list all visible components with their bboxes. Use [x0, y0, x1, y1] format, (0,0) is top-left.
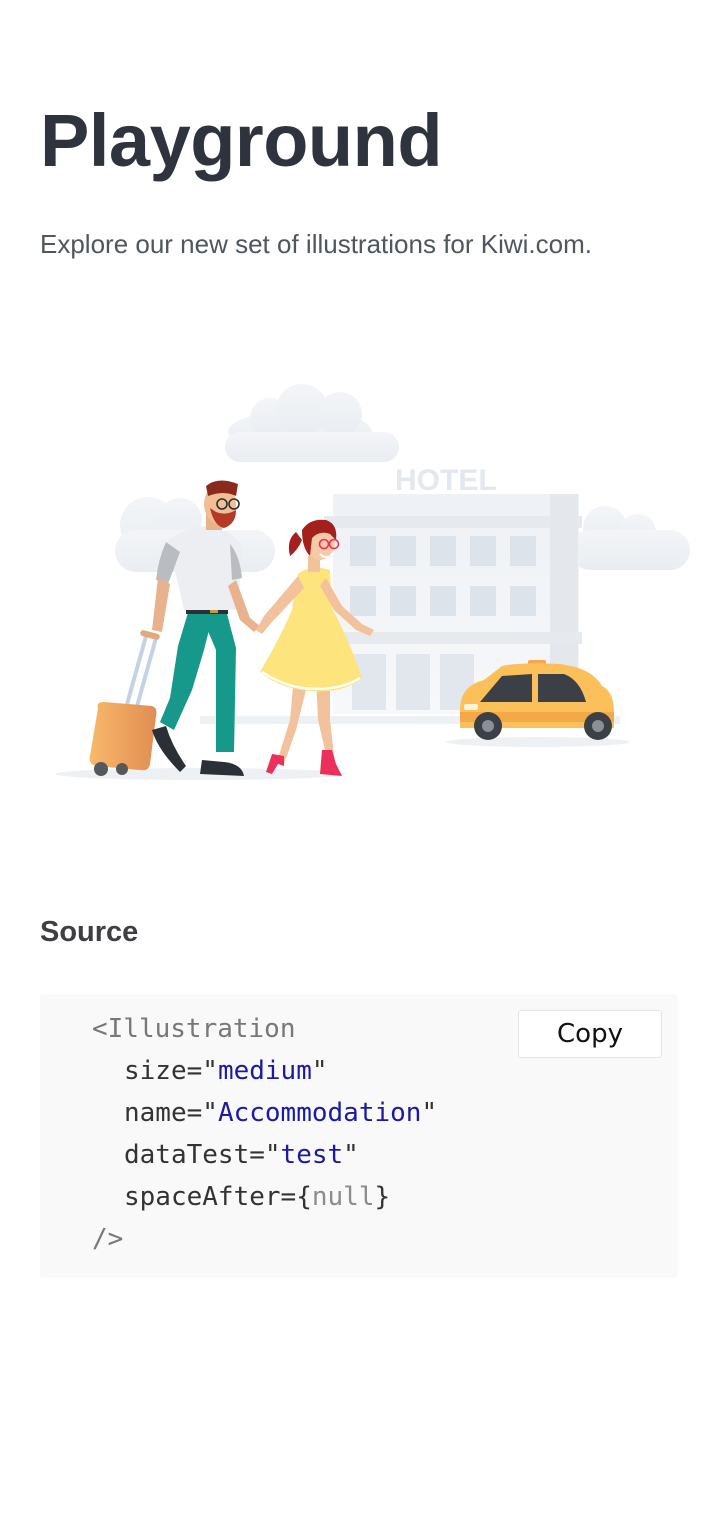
code-prop-eq: ="	[186, 1098, 218, 1128]
code-prop-value: Accommodation	[217, 1098, 422, 1128]
code-prop-name: size	[124, 1056, 187, 1086]
copy-button[interactable]: Copy	[518, 1010, 662, 1058]
code-prop-end: }	[374, 1182, 391, 1212]
code-prop-line: dataTest="test"	[92, 1134, 437, 1176]
code-prop-value: medium	[217, 1056, 312, 1086]
code-prop-name: spaceAfter	[124, 1182, 281, 1212]
code-prop-end: "	[311, 1056, 328, 1086]
code-prop-name: name	[124, 1098, 187, 1128]
code-prop-eq: ={	[280, 1182, 312, 1212]
page-subtitle: Explore our new set of illustrations for…	[40, 229, 592, 259]
code-block: <Illustration size="medium" name="Accommod…	[40, 994, 678, 1278]
code-open-tag: <Illustration	[92, 1014, 296, 1044]
code-prop-name: dataTest	[124, 1140, 250, 1170]
code-prop-eq: ="	[186, 1056, 218, 1086]
code-prop-value: null	[311, 1182, 375, 1212]
source-heading: Source	[40, 916, 139, 948]
cloud-icon	[570, 506, 690, 570]
accommodation-illustration: HOTEL	[40, 380, 700, 790]
code-prop-end: "	[343, 1140, 359, 1170]
code-prop-value: test	[280, 1140, 344, 1170]
code-close-tag: />	[92, 1224, 124, 1254]
cloud-icon	[225, 384, 399, 462]
code-prop-line: spaceAfter={null}	[92, 1176, 437, 1218]
code-snippet[interactable]: <Illustration size="medium" name="Accommod…	[92, 1008, 437, 1260]
code-prop-line: name="Accommodation"	[92, 1092, 437, 1134]
suitcase-icon	[89, 630, 160, 776]
page-title: Playground	[40, 99, 443, 182]
code-prop-eq: ="	[249, 1140, 281, 1170]
code-prop-end: "	[421, 1098, 438, 1128]
code-prop-line: size="medium"	[92, 1050, 437, 1092]
hotel-sign: HOTEL	[395, 464, 497, 497]
